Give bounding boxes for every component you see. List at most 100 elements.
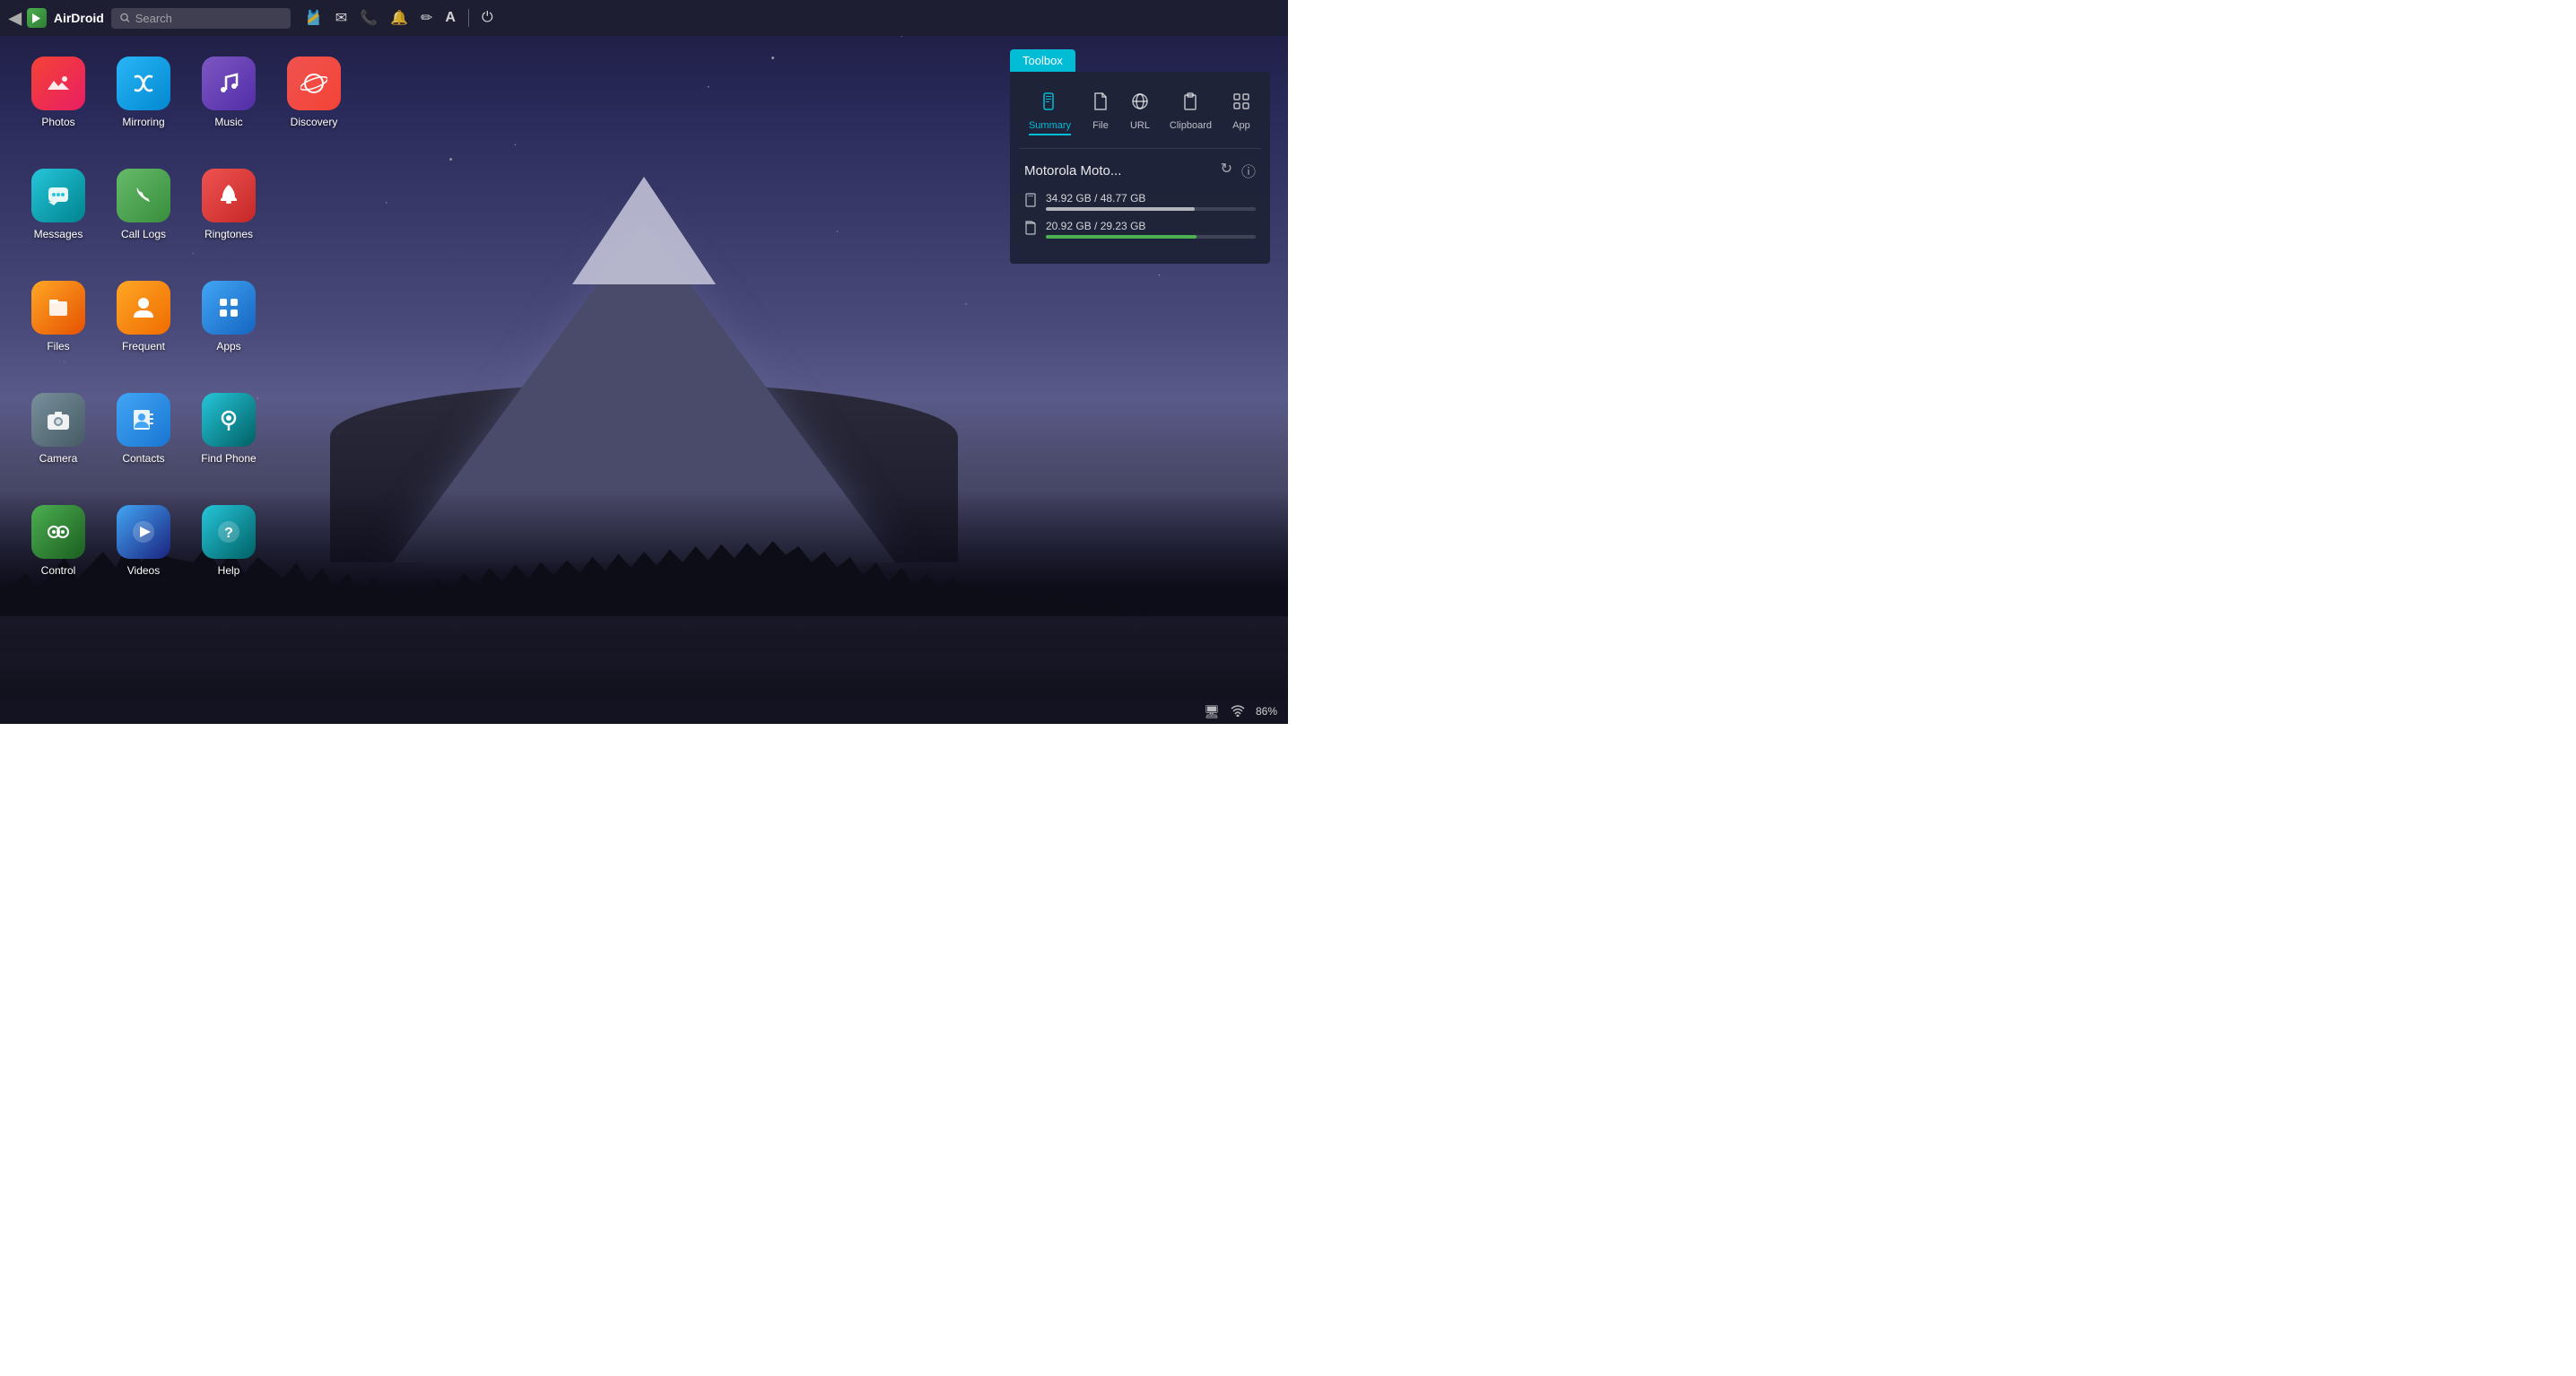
files-label: Files [47,340,69,353]
videos-label: Videos [127,564,160,577]
internal-storage-text: 34.92 GB / 48.77 GB [1046,192,1256,205]
contacts-icon [117,393,170,447]
pencil-icon[interactable]: ✏ [421,9,432,27]
app-item-contacts[interactable]: Contacts [103,386,184,493]
logo-container: AirDroid [27,8,104,28]
summary-label: Summary [1029,120,1071,131]
control-icon [31,505,85,559]
mirroring-icon [117,57,170,110]
clipboard-icon [1180,91,1200,117]
toolbox-tab-file[interactable]: File [1083,88,1118,139]
app-item-mirroring[interactable]: Mirroring [103,49,184,157]
toolbox-tab[interactable]: Toolbox [1010,49,1075,72]
photos-icon [31,57,85,110]
app-item-frequent[interactable]: Frequent [103,274,184,381]
sd-storage-info: 20.92 GB / 29.23 GB [1046,220,1256,239]
app-item-music[interactable]: Music [188,49,269,157]
contacts-label: Contacts [122,452,164,465]
status-bar: 🖥 86% [0,699,1288,724]
music-label: Music [214,116,242,128]
internal-storage-row: 34.92 GB / 48.77 GB [1024,192,1256,211]
app-item-empty1 [274,161,354,269]
calllogs-icon [117,169,170,222]
apps-icon [202,281,256,335]
app-label: App [1232,120,1250,131]
app-item-camera[interactable]: Camera [18,386,99,493]
findphone-label: Find Phone [201,452,256,465]
app-grid: Photos Mirroring Music Discovery Message… [18,49,354,605]
wifi-icon [1231,704,1245,719]
internal-storage-bar-fill [1046,207,1195,211]
phone-icon[interactable]: 📞 [360,9,378,27]
back-arrow-icon[interactable]: ◀ [9,9,22,28]
file-label: File [1092,120,1109,131]
app-item-control[interactable]: Control [18,498,99,605]
sd-storage-row: 20.92 GB / 29.23 GB [1024,220,1256,239]
device-info: Motorola Moto... ↻ ⓘ 34.92 GB / 48.77 GB [1019,149,1261,255]
url-icon [1130,91,1150,117]
sd-storage-text: 20.92 GB / 29.23 GB [1046,220,1256,232]
help-label: Help [218,564,240,577]
url-label: URL [1130,120,1150,131]
wifi-icon-status [1231,704,1245,719]
toolbox-tab-app[interactable]: App [1224,88,1258,139]
app-item-discovery[interactable]: Discovery [274,49,354,157]
battery-status: 86% [1256,705,1277,718]
frequent-icon [117,281,170,335]
toolbox-tab-url[interactable]: URL [1123,88,1157,139]
app-item-empty3 [274,386,354,493]
play-store-icon [27,8,47,28]
display-icon-status: 🖥 [1204,704,1220,719]
message-icon[interactable]: ✉ [335,9,347,27]
discovery-label: Discovery [291,116,338,128]
search-icon [120,13,130,23]
app-item-messages[interactable]: Messages [18,161,99,269]
toolbox-tab-summary[interactable]: Summary [1022,88,1078,139]
camera-icon [31,393,85,447]
info-button[interactable]: ⓘ [1241,160,1256,181]
nav-icons-group: 🎽 ✉ 📞 🔔 ✏ A ⏻ [305,9,493,27]
findphone-icon [202,393,256,447]
app-item-help[interactable]: ? Help [188,498,269,605]
control-label: Control [41,564,76,577]
music-icon [202,57,256,110]
text-icon[interactable]: A [445,10,456,26]
app-item-photos[interactable]: Photos [18,49,99,157]
app-item-empty2 [274,274,354,381]
refresh-button[interactable]: ↻ [1221,160,1232,181]
search-bar[interactable] [111,8,291,29]
toolbox-tabs-row: Summary File URL Clipboard [1019,81,1261,149]
app-item-files[interactable]: Files [18,274,99,381]
search-input[interactable] [135,12,282,25]
device-header: Motorola Moto... ↻ ⓘ [1024,160,1256,181]
shirt-icon[interactable]: 🎽 [305,9,323,27]
app-item-videos[interactable]: Videos [103,498,184,605]
app-icon [1231,91,1251,117]
svg-text:?: ? [224,526,233,541]
bell-icon[interactable]: 🔔 [390,9,408,27]
power-icon[interactable]: ⏻ [482,10,493,26]
app-item-findphone[interactable]: Find Phone [188,386,269,493]
photos-label: Photos [41,116,74,128]
camera-label: Camera [39,452,78,465]
ringtones-icon [202,169,256,222]
messages-icon [31,169,85,222]
app-item-calllogs[interactable]: Call Logs [103,161,184,269]
nav-divider [468,9,469,27]
display-icon: 🖥 [1204,704,1220,719]
toolbox-content: Summary File URL Clipboard [1010,72,1270,264]
phone-storage-icon [1024,193,1039,210]
ringtones-label: Ringtones [205,228,253,240]
app-item-apps[interactable]: Apps [188,274,269,381]
sd-storage-icon [1024,221,1039,238]
device-name: Motorola Moto... [1024,163,1121,179]
app-name: AirDroid [54,11,104,25]
summary-icon [1040,91,1060,117]
app-item-ringtones[interactable]: Ringtones [188,161,269,269]
battery-percentage: 86% [1256,705,1277,718]
app-logo[interactable]: ◀ AirDroid [9,8,104,28]
messages-label: Messages [34,228,83,240]
clipboard-label: Clipboard [1170,120,1212,131]
toolbox-tab-clipboard[interactable]: Clipboard [1162,88,1219,139]
sd-storage-bar-fill [1046,235,1197,239]
